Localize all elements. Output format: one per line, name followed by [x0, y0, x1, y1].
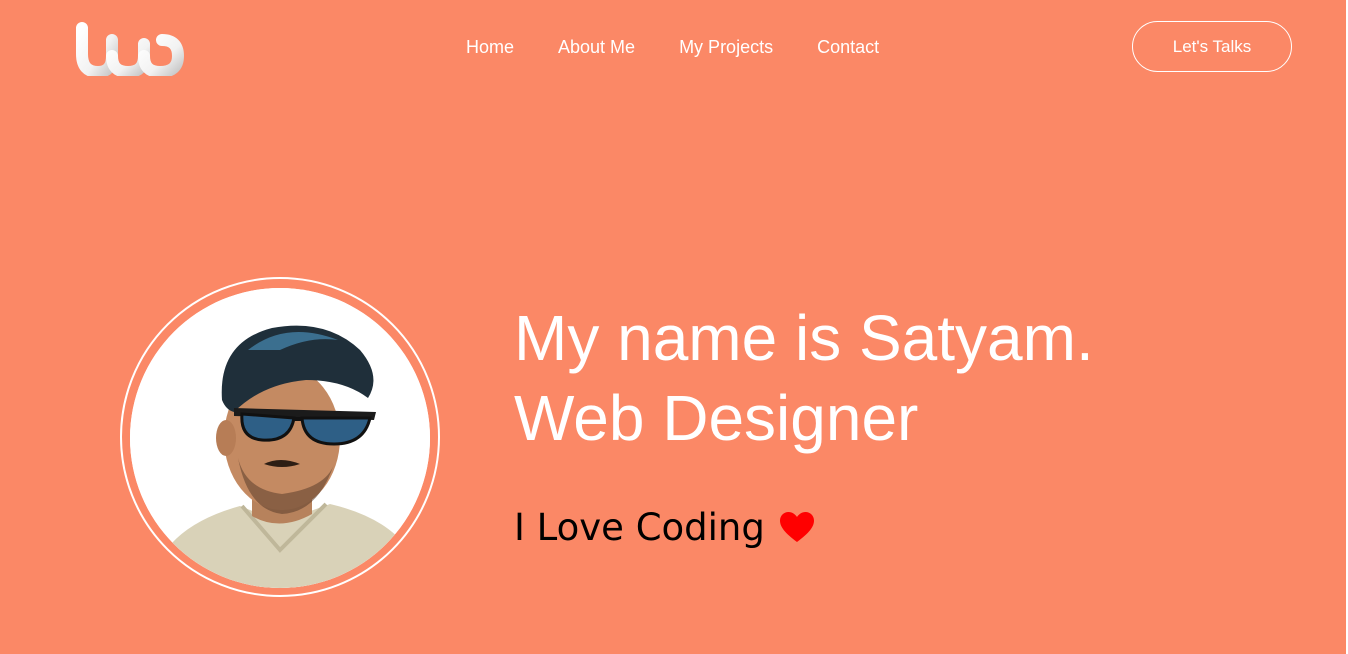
hero-title: My name is Satyam. Web Designer: [514, 298, 1094, 458]
main-nav: Home About Me My Projects Contact: [466, 36, 879, 58]
nav-projects-link[interactable]: My Projects: [679, 37, 773, 58]
nav-home-link[interactable]: Home: [466, 37, 514, 58]
hero-title-line-1: My name is Satyam.: [514, 302, 1094, 374]
tagline-text: I Love Coding: [514, 505, 765, 549]
nav-contact-link[interactable]: Contact: [817, 37, 879, 58]
hero-title-line-2: Web Designer: [514, 382, 919, 454]
heart-icon: [779, 511, 815, 543]
site-logo[interactable]: [74, 14, 192, 76]
lets-talk-button[interactable]: Let's Talks: [1132, 21, 1292, 72]
tagline: I Love Coding: [514, 502, 815, 552]
page: Home About Me My Projects Contact Let's …: [0, 0, 1348, 654]
person-avatar-icon: [130, 288, 430, 588]
wd-logo-icon: [76, 16, 185, 76]
profile-photo: [130, 288, 430, 588]
nav-about-link[interactable]: About Me: [558, 37, 635, 58]
